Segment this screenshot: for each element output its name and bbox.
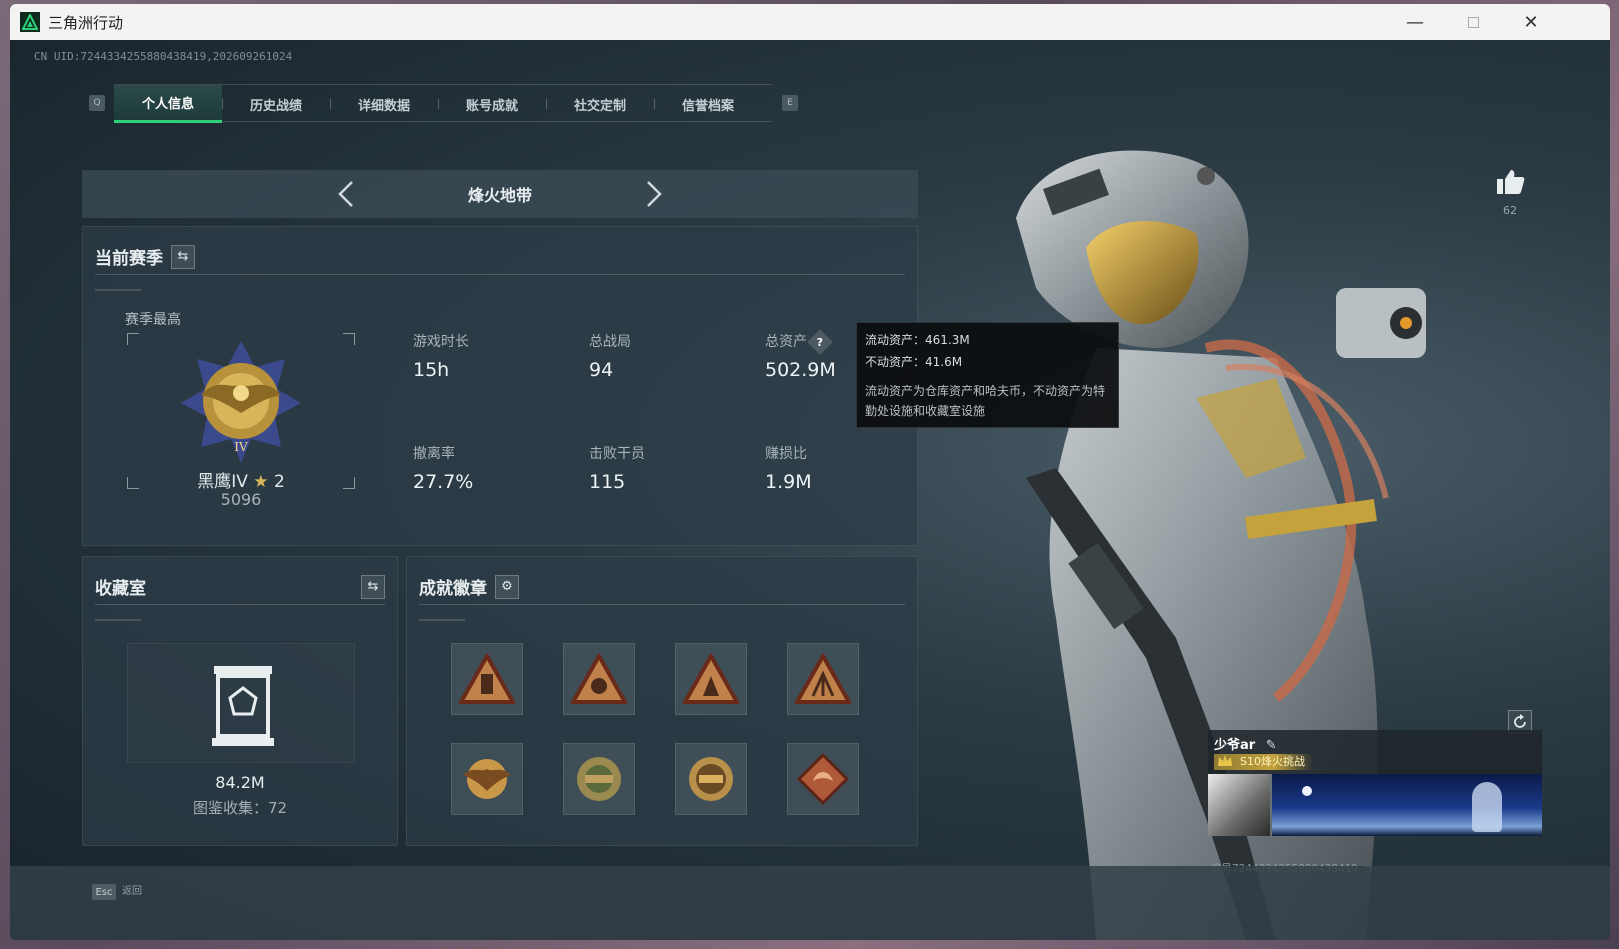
title-bar: 三角洲行动 — ✕ [10, 4, 1610, 40]
divider [95, 619, 141, 621]
achievement-badge[interactable] [451, 643, 523, 715]
tab-history[interactable]: 历史战绩 [222, 85, 330, 123]
divider [419, 619, 465, 621]
collection-title: 收藏室 [95, 579, 146, 599]
rank-score: 5096 [220, 490, 262, 509]
assets-tooltip: 流动资产：461.3M 不动资产：41.6M 流动资产为仓库资产和哈夫币，不动资… [856, 322, 1119, 428]
mode-selector: 烽火地带 [82, 170, 918, 218]
main-content: CN UID:7244334255880438419,202609261024 [10, 40, 1610, 940]
achievement-badge[interactable] [563, 743, 635, 815]
player-card-header: 少爷ar ✎ S10烽火挑战 [1208, 730, 1542, 774]
star-icon: ★ [253, 472, 269, 492]
season-best-label: 赛季最高 [125, 312, 181, 328]
rank-name: 黑鹰IV ★ 2 [197, 472, 285, 492]
tab-credit[interactable]: 信誉档案 [654, 85, 762, 123]
figure-silhouette [1472, 782, 1502, 832]
achievement-badge[interactable] [787, 743, 859, 815]
collection-header: 收藏室 ⇆ [95, 569, 385, 605]
collection-panel: 收藏室 ⇆ 84.2M 图鉴收集：72 [82, 556, 398, 846]
crown-icon [1216, 752, 1234, 774]
tab-personal-info[interactable]: 个人信息 [114, 85, 222, 123]
chevron-right-icon[interactable] [640, 180, 668, 208]
tooltip-liquid-assets: 流动资产：461.3M [865, 333, 970, 347]
stat-profit-ratio: 赚损比 1.9M [765, 446, 812, 493]
svg-text:IV: IV [234, 440, 248, 454]
player-name: 少爷ar ✎ [1214, 738, 1277, 753]
thumbs-up-icon [1494, 168, 1526, 200]
tab-achievements[interactable]: 账号成就 [438, 85, 546, 123]
achievement-badge[interactable] [451, 743, 523, 815]
swap-icon[interactable]: ⇆ [171, 244, 195, 269]
player-card[interactable]: 少爷ar ✎ S10烽火挑战 [1208, 730, 1542, 842]
achievement-badge[interactable] [787, 643, 859, 715]
achievement-badge[interactable] [675, 643, 747, 715]
player-banner [1272, 774, 1542, 836]
game-window: 三角洲行动 — ✕ CN UID:7244334255880438419,202… [10, 4, 1610, 940]
collection-preview[interactable] [127, 643, 355, 763]
tooltip-description: 流动资产为仓库资产和哈夫币，不动资产为特勤处设施和收藏室设施 [865, 384, 1106, 418]
achievements-title: 成就徽章 [419, 579, 487, 599]
minimize-icon[interactable]: — [1386, 4, 1444, 40]
close-icon[interactable]: ✕ [1502, 4, 1560, 40]
stat-operators-defeated: 击败干员 115 [589, 446, 645, 493]
maximize-icon[interactable] [1444, 4, 1502, 40]
collection-value: 84.2M [215, 773, 265, 792]
player-avatar [1208, 774, 1270, 836]
like-button[interactable]: 62 [1494, 168, 1526, 217]
uid-line: CN UID:7244334255880438419,202609261024 [34, 50, 293, 63]
chevron-left-icon[interactable] [332, 180, 360, 208]
achievement-badge[interactable] [563, 643, 635, 715]
season-header: 当前赛季 ⇆ [95, 239, 905, 275]
trophy-case-icon [208, 664, 278, 748]
achievement-badge[interactable] [675, 743, 747, 815]
rank-emblem-icon: IV [177, 337, 305, 465]
achievements-panel: 成就徽章 ⚙ [406, 556, 918, 846]
edit-icon[interactable]: ✎ [1266, 738, 1277, 753]
tab-social[interactable]: 社交定制 [546, 85, 654, 123]
gear-icon[interactable]: ⚙ [495, 574, 519, 599]
stat-play-time: 游戏时长 15h [413, 334, 469, 381]
collection-count: 图鉴收集：72 [192, 799, 288, 817]
season-title: 当前赛季 [95, 249, 163, 269]
swap-icon[interactable]: ⇆ [361, 574, 385, 599]
tab-prev-key-hint[interactable]: Q [89, 95, 105, 111]
back-label[interactable]: 返回 [122, 884, 142, 900]
bottom-bar [10, 866, 1610, 940]
tooltip-fixed-assets: 不动资产：41.6M [865, 355, 963, 369]
moon-icon [1302, 786, 1312, 796]
mode-title: 烽火地带 [467, 186, 532, 205]
window-title: 三角洲行动 [48, 13, 124, 32]
help-icon[interactable]: ? [807, 329, 833, 355]
achievements-header: 成就徽章 ⚙ [419, 569, 905, 605]
tab-next-key-hint[interactable]: E [782, 95, 798, 111]
app-logo-icon [20, 12, 40, 32]
tab-bar: 个人信息 历史战绩 详细数据 账号成就 社交定制 信誉档案 [114, 84, 772, 123]
divider [95, 289, 141, 291]
stat-total-assets: 总资产? 502.9M [765, 329, 836, 381]
stat-total-matches: 总战局 94 [589, 334, 631, 381]
current-season-panel: 当前赛季 ⇆ 赛季最高 IV 黑鹰IV ★ 2 5096 游戏时长 15h 总战… [82, 226, 918, 546]
tab-detailed-data[interactable]: 详细数据 [330, 85, 438, 123]
like-count: 62 [1503, 204, 1517, 217]
esc-key-hint[interactable]: Esc [92, 884, 116, 900]
rank-frame: IV [127, 333, 355, 489]
stat-extraction-rate: 撤离率 27.7% [413, 446, 474, 493]
